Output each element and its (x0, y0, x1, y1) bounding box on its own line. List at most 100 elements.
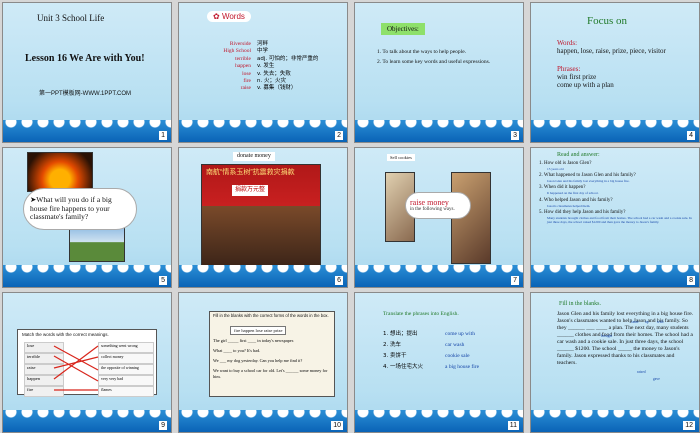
word-en: fire (243, 78, 251, 85)
site-watermark: 第一PPT模板网-WWW.1PPT.COM (39, 91, 131, 97)
phrase-1: win first prize (557, 73, 597, 81)
objective-1: 1. To talk about the ways to help people… (377, 49, 467, 55)
fill-answer: raised (637, 370, 646, 374)
match-line (53, 345, 99, 380)
slide-number: 3 (511, 131, 519, 140)
word-en: High School (223, 48, 251, 55)
wave-decoration (179, 410, 347, 432)
word-row: raise v. 募集（钱财） (189, 85, 339, 92)
phrases-label: Phrases: (557, 65, 581, 73)
slide-thumbnail-12[interactable]: Fill in the blanks. Jason Glen and his f… (530, 292, 700, 433)
slide-number: 5 (159, 276, 167, 285)
wave-decoration (3, 265, 171, 287)
wave-decoration (531, 120, 699, 142)
phrase-en: cookie sale (445, 353, 470, 359)
words-label: Words: (557, 39, 578, 47)
word-box: fire happen lose raise prize (230, 326, 287, 336)
focus-words: happen, lose, raise, prize, piece, visit… (557, 47, 666, 55)
slide-thumbnail-4[interactable]: Focus on Words: happen, lose, raise, pri… (530, 2, 700, 143)
phrase-cn: 4. 一场住宅大火 (383, 364, 423, 370)
word-cn: v. 募集（钱财） (257, 85, 297, 92)
phrase-cn: 2. 洗车 (383, 342, 401, 348)
phrase-2: come up with a plan (557, 81, 614, 89)
question-bubble: ➤What will you do if a big house fire ha… (23, 188, 137, 230)
lesson-title: Lesson 16 We Are with You! (25, 53, 145, 64)
slide-number: 7 (511, 276, 519, 285)
slide-number: 11 (507, 421, 519, 430)
wave-decoration (355, 410, 523, 432)
word-en: happen (235, 63, 251, 70)
wave-decoration (531, 265, 699, 287)
donate-label: donate money (233, 152, 275, 161)
objective-2: 2. To learn some key words and useful ex… (377, 59, 491, 65)
translation-row: 1. 想出；提出 come up with (383, 329, 513, 340)
flower-icon: ✿ (213, 12, 222, 21)
slide-number: 4 (687, 131, 695, 140)
translation-list: 1. 想出；提出 come up with 2. 洗车 car wash 3. 卖饼干 c… (383, 329, 513, 373)
answer-text: Many students brought clothes and food f… (547, 215, 692, 225)
slide-thumbnail-2[interactable]: ✿ Words Riverside 河畔 High School 中学 terrible… (178, 2, 348, 143)
fill-answer: gave (653, 377, 660, 381)
slide-number: 8 (687, 276, 695, 285)
word-en: lose (242, 70, 251, 77)
words-heading: ✿ Words (207, 11, 251, 23)
raise-money-bubble: raise money in the following ways. (405, 192, 471, 219)
slide-sorter-grid: Unit 3 School Life Lesson 16 We Are with… (0, 0, 700, 433)
slide-number: 12 (683, 421, 695, 430)
slide-number: 2 (335, 131, 343, 140)
banner-text: 南航“情系玉树”抗震救灾捐款 (206, 169, 295, 176)
slide-thumbnail-9[interactable]: Match the words with the correct meaning… (2, 292, 172, 433)
wave-decoration (355, 120, 523, 142)
answer-text: 15 years old (547, 167, 564, 171)
fill-heading: Fill in the blanks. (559, 301, 601, 307)
slide-thumbnail-5[interactable]: ➤What will you do if a big house fire ha… (2, 147, 172, 288)
wave-decoration (179, 265, 347, 287)
fill-answer: up (645, 320, 649, 324)
translation-row: 2. 洗车 car wash (383, 340, 513, 351)
phrase-cn: 1. 想出；提出 (383, 331, 418, 337)
wave-decoration (531, 410, 699, 432)
wave-decoration (355, 265, 523, 287)
translate-heading: Translate the phrases into English. (383, 311, 459, 317)
word-cn: v. 发生 (257, 63, 275, 70)
answer-text: It happened on the first day of school. (547, 191, 599, 196)
fill-exercise: Fill in the blanks with the correct form… (209, 311, 335, 397)
wave-decoration (3, 120, 171, 142)
word-en: Riverside (229, 41, 251, 47)
slide-thumbnail-11[interactable]: Translate the phrases into English. 1. 想… (354, 292, 524, 433)
fill-line: The girl _____ first ____ in today's new… (213, 338, 294, 343)
slide-thumbnail-1[interactable]: Unit 3 School Life Lesson 16 We Are with… (2, 2, 172, 143)
objectives-heading: Objectives: (381, 23, 425, 36)
phrase-cn: 3. 卖饼干 (383, 353, 407, 359)
fill-answer: brought (601, 334, 613, 338)
focus-heading: Focus on (587, 15, 628, 27)
fill-answer: came (631, 320, 639, 324)
sell-cookies-tag: Sell cookies (387, 154, 415, 162)
fill-heading: Fill in the blanks with the correct form… (213, 313, 329, 318)
word-row: lose v. 失去；失败 (189, 71, 339, 78)
fill-passage: Jason Glen and his family lost everythin… (557, 311, 694, 366)
donation-photo: 南航“情系玉树”抗震救灾捐款 捐款万元整 (201, 164, 321, 268)
match-line (53, 355, 99, 382)
fill-line: We want to buy a school car for old. Let… (213, 368, 328, 379)
fill-line: We ___ my dog yesterday. Can you help me… (213, 358, 303, 363)
translation-row: 3. 卖饼干 cookie sale (383, 351, 513, 362)
slide-thumbnail-8[interactable]: Read and answer: 1. How old is Jason Gle… (530, 147, 700, 288)
fill-line: What ____ to you? It's bad. (213, 348, 261, 353)
slide-thumbnail-3[interactable]: Objectives: 1. To talk about the ways to… (354, 2, 524, 143)
house-fire-photo (27, 152, 93, 192)
unit-title: Unit 3 School Life (37, 13, 105, 23)
word-en: terrible (235, 55, 251, 62)
word-row: High School 中学 (189, 48, 339, 55)
translation-row: 4. 一场住宅大火 a big house fire (383, 362, 513, 373)
donation-board: 捐款万元整 (232, 185, 269, 196)
slide-number: 6 (335, 276, 343, 285)
phrase-en: come up with (445, 331, 475, 337)
slide-thumbnail-6[interactable]: donate money 南航“情系玉树”抗震救灾捐款 捐款万元整 6 (178, 147, 348, 288)
wave-decoration (179, 120, 347, 142)
word-cn: v. 失去；失败 (257, 70, 291, 77)
wave-decoration (3, 410, 171, 432)
slide-thumbnail-7[interactable]: Sell cookies raise money in the followin… (354, 147, 524, 288)
slide-thumbnail-10[interactable]: Fill in the blanks with the correct form… (178, 292, 348, 433)
match-lines (53, 345, 99, 391)
